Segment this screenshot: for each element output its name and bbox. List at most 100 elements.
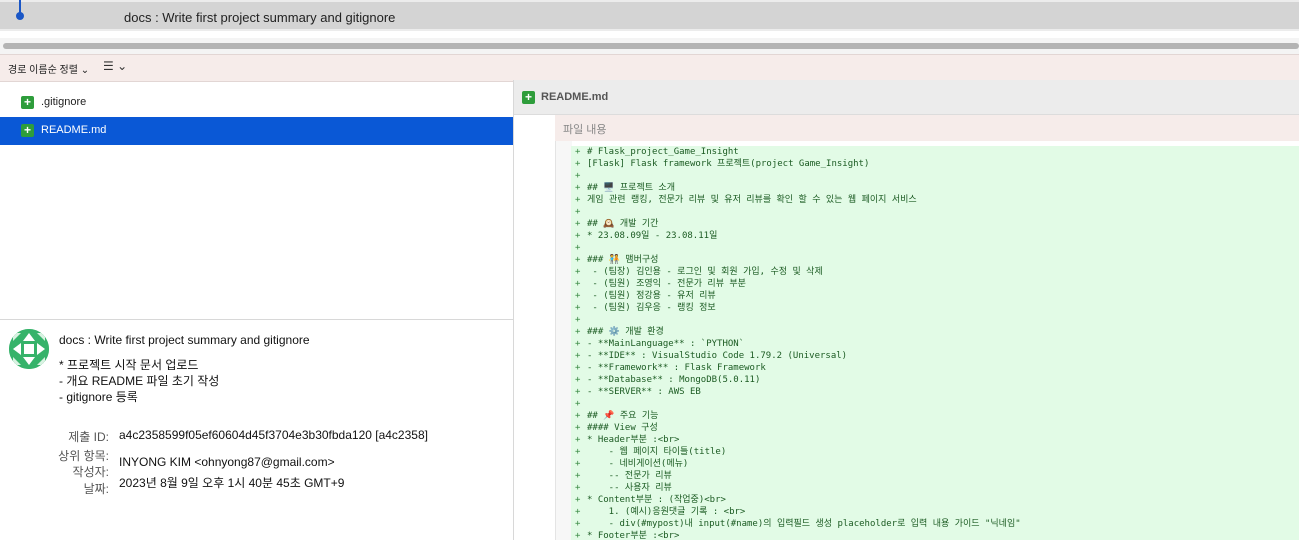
diff-line-text: * Content부분 : (작업중)<br> <box>587 495 726 505</box>
diff-line-text: ## 🕰️ 개발 기간 <box>587 219 659 229</box>
diff-file-header: + README.md <box>514 80 1299 115</box>
diff-line: + ## 🖥️ 프로젝트 소개 <box>571 182 1299 194</box>
parents-label: 상위 항목: <box>58 449 109 463</box>
diff-line-text: - (팀장) 김인용 - 로그인 및 회원 가입, 수정 및 삭제 <box>587 267 823 277</box>
file-added-icon: + <box>522 91 535 104</box>
author-avatar <box>9 329 49 369</box>
diff-line: + ### 🧑‍🤝‍🧑 맴버구성 <box>571 254 1299 266</box>
list-view-menu-icon[interactable]: ☰ ⌄ <box>103 59 127 73</box>
diff-line: + ## 📌 주요 기능 <box>571 410 1299 422</box>
author-label: 작성자: <box>72 465 109 479</box>
diff-code[interactable]: + # Flask_project_Game_Insight + [Flask] Fl… <box>571 146 1299 540</box>
diff-line: + - 웹 페이지 타이틀(title) <box>571 446 1299 458</box>
added-line-marker: + <box>575 291 581 301</box>
file-name: .gitignore <box>41 96 87 108</box>
file-name: README.md <box>41 124 107 136</box>
sort-by-path-button[interactable]: 경로 이름순 정렬 ⌄ <box>8 61 89 76</box>
diff-line: + 1. (예시)응원댓글 기록 : <br> <box>571 506 1299 518</box>
diff-line: + <box>571 170 1299 182</box>
added-line-marker: + <box>575 351 581 361</box>
diff-line-text: - 웹 페이지 타이틀(title) <box>587 447 727 457</box>
diff-line-text: - (팀원) 정강용 - 유저 리뷰 <box>587 291 716 301</box>
commit-id-value[interactable]: a4c2358599f05ef60604d45f3704e3b30fbda120… <box>119 428 428 442</box>
diff-line-text: * 23.08.09일 - 23.08.11일 <box>587 231 718 241</box>
diff-line: + <box>571 242 1299 254</box>
diff-line: + - 네비게이션(메뉴) <box>571 458 1299 470</box>
diff-line: + <box>571 206 1299 218</box>
added-line-marker: + <box>575 519 581 529</box>
added-line-marker: + <box>575 327 581 337</box>
added-line-marker: + <box>575 507 581 517</box>
diff-line: + - (팀장) 김인용 - 로그인 및 회원 가입, 수정 및 삭제 <box>571 266 1299 278</box>
diff-line-text: - **Framework** : Flask Framework <box>587 363 766 373</box>
diff-line: + * Content부분 : (작업중)<br> <box>571 494 1299 506</box>
diff-line: + * Footer부분 :<br> <box>571 530 1299 540</box>
diff-line: + - **IDE** : VisualStudio Code 1.79.2 (U… <box>571 350 1299 362</box>
diff-line: + - (팀원) 정강용 - 유저 리뷰 <box>571 290 1299 302</box>
commit-message: docs : Write first project summary and g… <box>59 332 310 405</box>
added-line-marker: + <box>575 315 581 325</box>
added-line-marker: + <box>575 195 581 205</box>
diff-line-text: - div(#mypost)내 input(#name)의 입력필드 생성 pl… <box>587 519 1021 529</box>
diff-line: + - (팀원) 조영익 - 전문가 리뷰 부분 <box>571 278 1299 290</box>
diff-line-text: [Flask] Flask framework 프로젝트(project Gam… <box>587 159 870 169</box>
author-value: INYONG KIM <ohnyong87@gmail.com> <box>119 455 335 469</box>
pane-splitter[interactable] <box>0 38 1299 54</box>
diff-line-text: * Footer부분 :<br> <box>587 531 680 540</box>
commit-info-panel: docs : Write first project summary and g… <box>0 319 513 541</box>
file-content-label-bar: 파일 내용 <box>555 115 1299 141</box>
commit-body-line: * 프로젝트 시작 문서 업로드 <box>59 358 199 372</box>
diff-line-text: ## 📌 주요 기능 <box>587 411 659 421</box>
added-line-marker: + <box>575 147 581 157</box>
commit-body-line: - 개요 README 파일 초기 작성 <box>59 374 220 388</box>
added-line-marker: + <box>575 159 581 169</box>
file-added-icon: + <box>21 96 34 109</box>
diff-line: + #### View 구성 <box>571 422 1299 434</box>
changed-files-list: + .gitignore + README.md <box>0 89 513 145</box>
added-line-marker: + <box>575 303 581 313</box>
diff-line-text: #### View 구성 <box>587 423 658 433</box>
added-line-marker: + <box>575 399 581 409</box>
added-line-marker: + <box>575 459 581 469</box>
diff-line: + [Flask] Flask framework 프로젝트(project Ga… <box>571 158 1299 170</box>
commit-subject: docs : Write first project summary and g… <box>59 333 310 347</box>
diff-line: + 게임 관련 랭킹, 전문가 리뷰 및 유저 리뷰를 확인 할 수 있는 웹 페… <box>571 194 1299 206</box>
diff-line-text: 게임 관련 랭킹, 전문가 리뷰 및 유저 리뷰를 확인 할 수 있는 웹 페이… <box>587 195 917 205</box>
diff-line-text: - **IDE** : VisualStudio Code 1.79.2 (Un… <box>587 351 848 361</box>
added-line-marker: + <box>575 339 581 349</box>
added-line-marker: + <box>575 483 581 493</box>
added-line-marker: + <box>575 231 581 241</box>
file-item-readme[interactable]: + README.md <box>0 117 513 145</box>
added-line-marker: + <box>575 375 581 385</box>
diff-line-text: -- 사용자 리뷰 <box>587 483 672 493</box>
splitter-handle[interactable] <box>3 43 1299 49</box>
added-line-marker: + <box>575 207 581 217</box>
diff-line-text: ## 🖥️ 프로젝트 소개 <box>587 183 675 193</box>
diff-line: + ### ⚙️ 개발 환경 <box>571 326 1299 338</box>
added-line-marker: + <box>575 219 581 229</box>
diff-line-text: * Header부분 :<br> <box>587 435 680 445</box>
diff-line: + - **SERVER** : AWS EB <box>571 386 1299 398</box>
added-line-marker: + <box>575 183 581 193</box>
file-added-icon: + <box>21 124 34 137</box>
diff-line-text: - **SERVER** : AWS EB <box>587 387 701 397</box>
sort-bar: 경로 이름순 정렬 ⌄ ☰ ⌄ <box>0 54 1299 82</box>
added-line-marker: + <box>575 279 581 289</box>
commit-history-strip: docs : Write first project summary and g… <box>0 0 1299 31</box>
diff-line-text: ### ⚙️ 개발 환경 <box>587 327 664 337</box>
file-item-gitignore[interactable]: + .gitignore <box>0 89 513 117</box>
diff-line-text: - 네비게이션(메뉴) <box>587 459 689 469</box>
diff-line: + - div(#mypost)내 input(#name)의 입력필드 생성 … <box>571 518 1299 530</box>
diff-line: + - **MainLanguage** : `PYTHON` <box>571 338 1299 350</box>
commit-body-line: - gitignore 등록 <box>59 390 138 404</box>
diff-line-text: - (팀원) 조영익 - 전문가 리뷰 부분 <box>587 279 746 289</box>
selected-commit-row[interactable]: docs : Write first project summary and g… <box>0 2 1299 29</box>
diff-pane: + README.md 파일 내용 + # Flask_project_Game_… <box>514 80 1299 540</box>
diff-line-text: - (팀원) 김우응 - 랭킹 정보 <box>587 303 716 313</box>
added-line-marker: + <box>575 435 581 445</box>
diff-line: + <box>571 314 1299 326</box>
added-line-marker: + <box>575 243 581 253</box>
added-line-marker: + <box>575 387 581 397</box>
diff-line: + -- 전문가 리뷰 <box>571 470 1299 482</box>
added-line-marker: + <box>575 363 581 373</box>
